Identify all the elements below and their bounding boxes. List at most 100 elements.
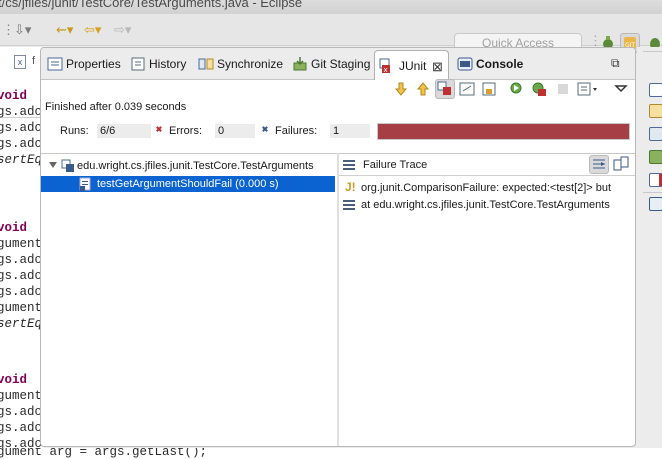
close-icon[interactable]: ⊠ <box>432 54 443 80</box>
git-staging-icon <box>292 56 308 72</box>
test-counters: Runs: 6/6 ✖ Errors: 0 ✖ Failures: 1 <box>41 120 635 142</box>
code-line: gument <box>0 301 43 315</box>
code-editor[interactable]: x f void gs.ado gs.ado gs.ado sertEq void gume… <box>0 47 44 459</box>
code-line: gs.ado <box>0 137 43 151</box>
stack-frame-icon <box>343 200 355 210</box>
properties-icon <box>47 56 63 72</box>
lock-icon[interactable] <box>481 81 497 97</box>
expand-triangle-icon[interactable] <box>49 162 57 168</box>
run-status-text: Finished after 0.039 seconds <box>45 101 187 113</box>
divider <box>643 51 662 52</box>
outline-view-icon[interactable] <box>649 83 662 97</box>
git-staging-icon[interactable] <box>649 150 662 164</box>
main-toolbar: ⋮ ⇩▾ ⇜▾ ⇦▾ ⇨▾ Quick Access ⋮ GIT <box>0 14 662 54</box>
history-icon <box>130 56 146 72</box>
scroll-lock-icon[interactable] <box>459 81 475 97</box>
editor-tab-label[interactable]: f <box>32 55 35 67</box>
failure-icon: ✖ <box>261 125 269 134</box>
code-line: void <box>0 89 28 103</box>
console-icon <box>457 56 473 72</box>
tab-label: Git Staging <box>311 57 371 71</box>
java-file-icon[interactable]: x <box>14 55 26 69</box>
scrollbar-corner <box>643 448 662 459</box>
junit-icon: x <box>379 57 395 74</box>
failure-trace-line[interactable]: org.junit.ComparisonFailure: expected:<t… <box>361 182 611 194</box>
tab-label: Properties <box>66 57 121 71</box>
tab-label: History <box>149 57 187 71</box>
rerun-failures-first-icon[interactable] <box>531 81 547 97</box>
filter-stack-trace-icon[interactable] <box>589 155 609 174</box>
failure-trace-line[interactable]: at edu.wright.cs.jfiles.junit.TestCore.T… <box>361 199 610 211</box>
right-side-toolbar <box>637 47 662 447</box>
code-line: gs.ado <box>0 405 43 419</box>
error-icon: ✖ <box>155 125 163 134</box>
failures-label: Failures: <box>275 125 318 137</box>
annotation-nav-icon[interactable]: ⇩▾ <box>14 22 31 38</box>
rerun-test-icon[interactable] <box>509 81 525 97</box>
failures-value: 1 <box>330 124 370 138</box>
window-title-bar: t/cs/jfiles/junit/TestCore/TestArguments… <box>0 0 662 14</box>
code-line: sertEq <box>0 153 43 167</box>
test-progress-bar <box>377 123 630 140</box>
tab-history[interactable]: History <box>130 54 192 78</box>
code-editor-bottom-line: gument arg = args.getLast(); <box>0 448 662 459</box>
previous-failure-icon[interactable] <box>415 81 431 97</box>
maximize-icon[interactable]: ⧉ <box>611 56 620 71</box>
forward-arrow-icon[interactable]: ⇨▾ <box>114 22 131 38</box>
test-suite-row[interactable]: edu.wright.cs.jfiles.junit.TestCore.Test… <box>49 158 337 174</box>
tab-label: Console <box>476 57 524 71</box>
code-line: gs.ado <box>0 105 43 119</box>
runs-label: Runs: <box>60 125 89 137</box>
synchronize-icon[interactable] <box>649 127 662 141</box>
svg-text:x: x <box>384 66 388 74</box>
test-suite-icon <box>61 159 75 173</box>
code-line: gs.ado <box>0 421 43 435</box>
tab-label: JUnit <box>399 59 427 73</box>
tab-junit[interactable]: x JUnit ⊠ <box>374 50 449 80</box>
stop-icon[interactable] <box>555 81 571 97</box>
view-tab-bar: Properties History Synchronize Git Stagi… <box>41 48 635 80</box>
compare-result-icon[interactable] <box>613 156 629 175</box>
synchronize-icon <box>198 56 214 72</box>
failure-trace-header: Failure Trace <box>339 154 635 176</box>
tab-synchronize[interactable]: Synchronize <box>198 54 298 78</box>
junit-view-panel: Properties History Synchronize Git Stagi… <box>40 47 636 447</box>
code-line: gument arg = args.getLast(); <box>0 448 208 459</box>
test-suite-name: edu.wright.cs.jfiles.junit.TestCore.Test… <box>77 160 314 172</box>
code-line: void <box>0 373 28 387</box>
junit-icon[interactable] <box>649 173 662 187</box>
window-title: t/cs/jfiles/junit/TestCore/TestArguments… <box>0 0 303 10</box>
runs-value: 6/6 <box>97 124 151 138</box>
junit-view-toolbar <box>393 79 633 101</box>
code-line: sertEq <box>0 317 43 331</box>
view-menu-icon[interactable] <box>613 81 629 97</box>
failure-trace-pane[interactable]: Failure Trace J! org.junit.ComparisonFai… <box>339 153 635 446</box>
failed-test-icon <box>79 177 93 191</box>
errors-value: 0 <box>215 124 255 138</box>
code-line: gument <box>0 389 43 403</box>
tab-label: Synchronize <box>217 57 284 71</box>
back-arrow-icon[interactable]: ⇦▾ <box>84 22 101 38</box>
task-list-icon[interactable] <box>649 104 662 118</box>
console-icon[interactable] <box>649 197 662 211</box>
code-line: gs.ado <box>0 253 43 267</box>
tab-properties[interactable]: Properties <box>47 54 129 78</box>
code-line: gs.ado <box>0 121 43 135</box>
test-case-name: testGetArgumentShouldFail (0.000 s) <box>97 178 279 190</box>
code-line: gs.ado <box>0 269 43 283</box>
failure-trace-title: Failure Trace <box>363 159 428 171</box>
test-case-row[interactable]: testGetArgumentShouldFail (0.000 s) <box>41 176 335 192</box>
code-line: gs.ado <box>0 285 43 299</box>
last-edit-location-icon[interactable]: ⇜▾ <box>56 22 73 38</box>
history-dropdown-icon[interactable] <box>577 81 601 97</box>
show-failures-only-icon[interactable] <box>435 79 455 99</box>
test-tree[interactable]: edu.wright.cs.jfiles.junit.TestCore.Test… <box>41 153 337 446</box>
errors-label: Errors: <box>169 125 202 137</box>
next-failure-icon[interactable] <box>393 81 409 97</box>
tab-console[interactable]: Console <box>457 54 527 78</box>
code-line: void <box>0 221 28 235</box>
code-line: gument <box>0 237 43 251</box>
exception-icon: J! <box>345 180 356 194</box>
divider <box>643 192 662 193</box>
stack-trace-icon <box>343 160 355 170</box>
